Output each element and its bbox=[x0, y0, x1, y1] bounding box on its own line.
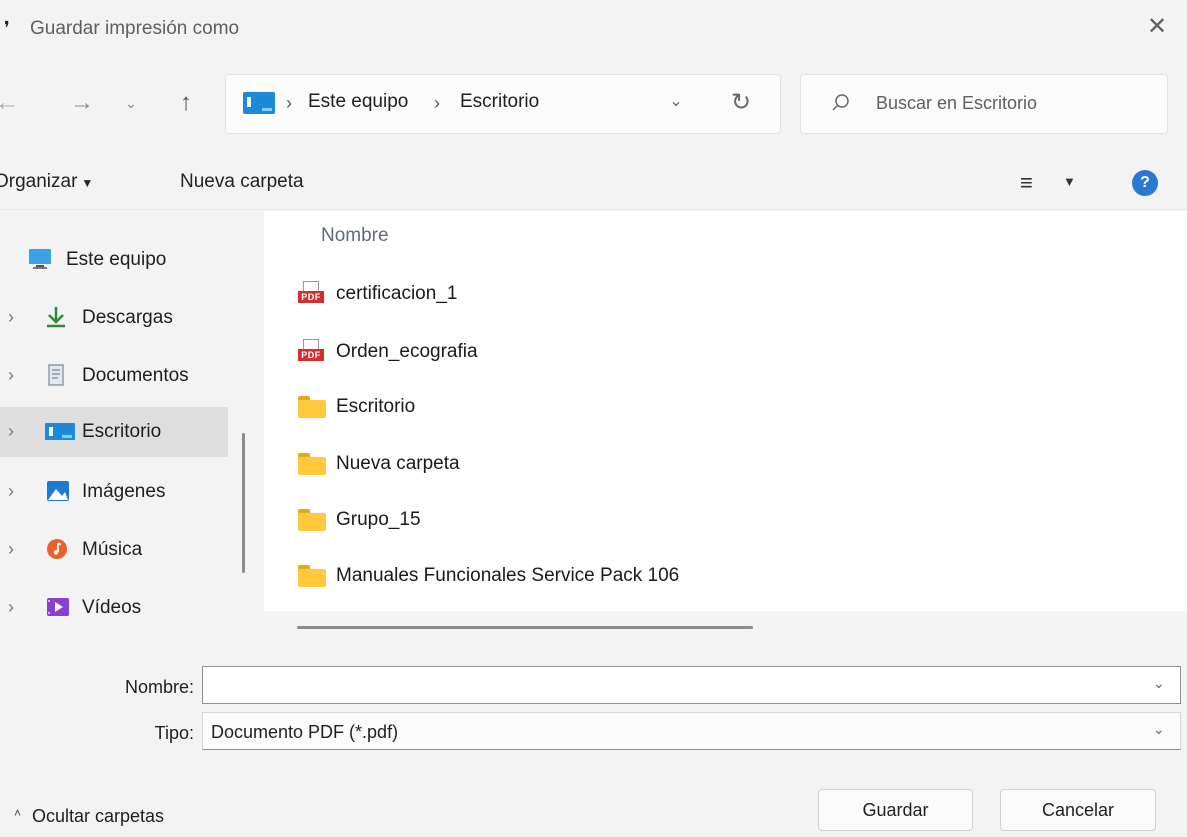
caret-down-icon: ▼ bbox=[81, 176, 94, 190]
file-row-certificacion-1[interactable]: PDF certificacion_1 bbox=[284, 271, 1164, 317]
file-name: Grupo_15 bbox=[336, 509, 421, 530]
file-list: Nombre PDF certificacion_1 PDF Orden_eco… bbox=[264, 211, 1187, 643]
sidebar-item-label: Descargas bbox=[82, 307, 173, 328]
horizontal-scrollbar[interactable] bbox=[264, 611, 1187, 643]
forward-button[interactable]: → bbox=[62, 83, 102, 123]
folder-icon bbox=[298, 507, 326, 531]
folder-icon bbox=[298, 563, 326, 587]
breadcrumb-escritorio[interactable]: Escritorio bbox=[460, 91, 539, 113]
title-bar: ❜ Guardar impresión como ✕ bbox=[0, 0, 1187, 58]
search-input[interactable]: Buscar en Escritorio bbox=[876, 93, 1037, 114]
column-header-nombre[interactable]: Nombre bbox=[321, 225, 389, 247]
chevron-right-icon[interactable]: › bbox=[8, 365, 14, 386]
file-row-escritorio[interactable]: Escritorio bbox=[284, 384, 1164, 430]
save-button[interactable]: Guardar bbox=[818, 789, 973, 831]
search-box[interactable]: Buscar en Escritorio bbox=[800, 74, 1168, 134]
cancel-button[interactable]: Cancelar bbox=[1000, 789, 1156, 831]
desktop-icon bbox=[45, 423, 75, 440]
chevron-right-icon[interactable]: › bbox=[8, 421, 14, 442]
chevron-right-icon[interactable]: › bbox=[8, 597, 14, 618]
recent-locations-button[interactable]: ⌄ bbox=[116, 83, 146, 123]
sidebar-item-label: Vídeos bbox=[82, 597, 142, 618]
folder-icon bbox=[298, 451, 326, 475]
file-type-select[interactable]: Documento PDF (*.pdf) ⌄ bbox=[202, 712, 1181, 750]
videos-icon bbox=[47, 598, 69, 616]
close-icon[interactable]: ✕ bbox=[1140, 12, 1174, 42]
folder-icon bbox=[298, 394, 326, 418]
breadcrumb-separator: › bbox=[434, 93, 440, 113]
command-bar: Organizar ▼ Nueva carpeta ≡ ▼ ? bbox=[0, 154, 1187, 210]
sidebar-item-musica[interactable]: › Música bbox=[0, 525, 228, 575]
desktop-icon bbox=[243, 92, 275, 114]
file-name: Escritorio bbox=[336, 396, 416, 417]
file-row-nueva-carpeta[interactable]: Nueva carpeta bbox=[284, 441, 1164, 487]
window-title: Guardar impresión como bbox=[30, 18, 240, 39]
sidebar-item-descargas[interactable]: › Descargas bbox=[0, 293, 228, 343]
file-name-input[interactable] bbox=[203, 667, 1143, 703]
sidebar-item-imagenes[interactable]: › Imágenes bbox=[0, 467, 228, 517]
sidebar-item-documentos[interactable]: › Documentos bbox=[0, 351, 228, 401]
sidebar-item-label: Documentos bbox=[82, 365, 189, 386]
music-icon bbox=[47, 539, 67, 559]
sidebar-item-label: Música bbox=[82, 539, 143, 560]
pdf-file-icon: PDF bbox=[298, 281, 326, 307]
sidebar-item-este-equipo[interactable]: Este equipo bbox=[0, 235, 228, 285]
file-row-orden-ecografia[interactable]: PDF Orden_ecografia bbox=[284, 329, 1164, 375]
chevron-right-icon[interactable]: › bbox=[8, 307, 14, 328]
file-name: certificacion_1 bbox=[336, 283, 458, 304]
sidebar-item-label: Imágenes bbox=[82, 481, 166, 502]
file-name: Manuales Funcionales Service Pack 106 bbox=[336, 565, 680, 586]
file-name-field[interactable]: ⌄ bbox=[202, 666, 1181, 704]
file-row-grupo-15[interactable]: Grupo_15 bbox=[284, 497, 1164, 543]
sidebar-item-label: Este equipo bbox=[66, 249, 167, 270]
file-name-label: Nombre: bbox=[124, 677, 194, 697]
caret-down-icon[interactable]: ▼ bbox=[1063, 174, 1076, 189]
sidebar-item-videos[interactable]: › Vídeos bbox=[0, 583, 228, 633]
caret-up-icon: ˄ bbox=[14, 806, 22, 820]
chevron-right-icon[interactable]: › bbox=[8, 481, 14, 502]
help-icon[interactable]: ? bbox=[1132, 170, 1158, 196]
file-type-label: Tipo: bbox=[154, 723, 194, 743]
pictures-icon bbox=[47, 481, 69, 501]
hide-folders-button[interactable]: Ocultar carpetas bbox=[32, 806, 164, 827]
chevron-down-icon[interactable]: ⌄ bbox=[1153, 675, 1165, 692]
view-options-icon[interactable]: ≡ bbox=[1020, 170, 1046, 196]
organize-label: Organizar bbox=[0, 171, 78, 192]
file-row-manuales-funcionales[interactable]: Manuales Funcionales Service Pack 106 bbox=[284, 553, 1164, 599]
app-icon: ❜ bbox=[4, 18, 10, 38]
document-icon bbox=[48, 364, 64, 386]
file-name: Nueva carpeta bbox=[336, 453, 460, 474]
back-button[interactable]: ← bbox=[0, 83, 22, 123]
search-icon bbox=[832, 94, 849, 111]
pdf-file-icon: PDF bbox=[298, 339, 326, 365]
address-dropdown-button[interactable]: ⌄ bbox=[664, 91, 688, 111]
chevron-down-icon[interactable]: ⌄ bbox=[1153, 721, 1165, 738]
address-bar[interactable]: › Este equipo › Escritorio ⌄ ↻ bbox=[225, 74, 781, 134]
breadcrumb-este-equipo[interactable]: Este equipo bbox=[308, 91, 408, 113]
chevron-right-icon[interactable]: › bbox=[8, 539, 14, 560]
new-folder-button[interactable]: Nueva carpeta bbox=[180, 171, 304, 193]
sidebar-scrollbar[interactable] bbox=[242, 433, 245, 573]
organize-button[interactable]: Organizar ▼ bbox=[0, 171, 93, 193]
horizontal-scrollbar-thumb[interactable] bbox=[297, 626, 753, 629]
download-icon bbox=[47, 307, 65, 328]
sidebar-item-label: Escritorio bbox=[82, 421, 162, 442]
up-button[interactable]: ↑ bbox=[166, 83, 206, 123]
refresh-button[interactable]: ↻ bbox=[726, 88, 756, 117]
breadcrumb-separator: › bbox=[286, 93, 292, 113]
sidebar-item-escritorio[interactable]: › Escritorio bbox=[0, 407, 228, 457]
navigation-pane: Este equipo › Descargas › Documentos › E… bbox=[0, 211, 230, 643]
file-name: Orden_ecografia bbox=[336, 341, 478, 362]
file-type-value: Documento PDF (*.pdf) bbox=[211, 722, 399, 742]
computer-icon bbox=[29, 249, 51, 269]
